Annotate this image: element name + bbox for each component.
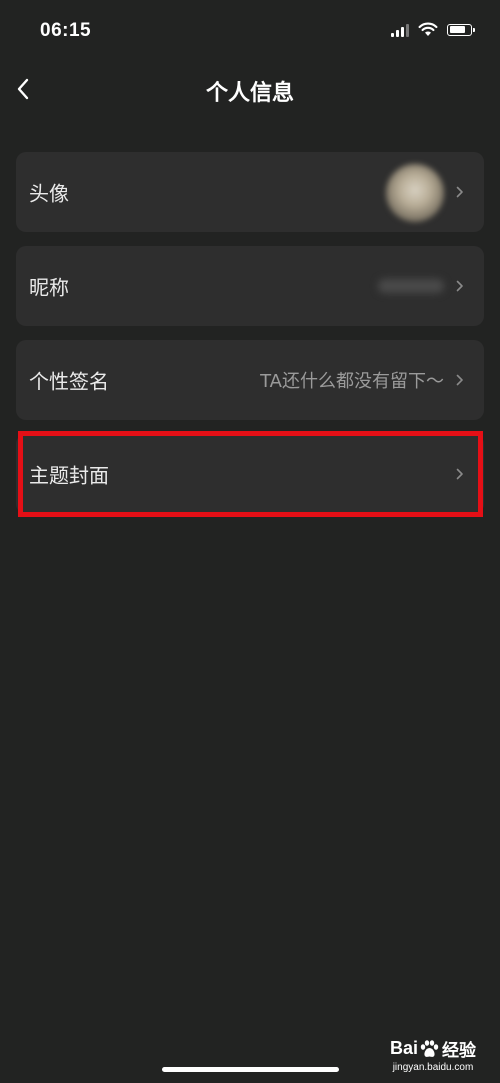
row-label-avatar: 头像 (29, 181, 69, 206)
chevron-right-icon (456, 374, 463, 386)
watermark-brand-part1: Bai (389, 1038, 418, 1058)
battery-icon (447, 23, 475, 36)
watermark-url: jingyan.baidu.com (392, 1062, 474, 1073)
chevron-right-icon (456, 280, 463, 292)
home-indicator (162, 1067, 339, 1072)
settings-list: 头像 昵称 个性签名 TA还什么都没有留下～ 主题封面 (16, 152, 484, 528)
status-time: 06:15 (40, 20, 92, 41)
paw-icon (420, 1039, 439, 1057)
signature-value: TA还什么都没有留下～ (260, 371, 444, 392)
wifi-icon (418, 22, 438, 36)
chevron-right-icon (456, 468, 463, 480)
settings-row-signature[interactable]: 个性签名 TA还什么都没有留下～ (16, 340, 484, 420)
settings-row-nickname[interactable]: 昵称 (16, 246, 484, 326)
row-label-nickname: 昵称 (29, 275, 69, 300)
watermark: Bai 经验 jingyan.baidu.com (390, 1036, 476, 1073)
status-bar: 06:15 (0, 0, 500, 64)
avatar (386, 164, 444, 222)
chevron-right-icon (456, 186, 463, 198)
status-icons (391, 22, 475, 37)
watermark-brand-part2: 经验 (442, 1041, 476, 1060)
page-title: 个人信息 (205, 81, 294, 106)
settings-row-avatar[interactable]: 头像 (16, 152, 484, 232)
settings-row-theme-cover[interactable]: 主题封面 (16, 434, 484, 514)
row-label-theme-cover: 主题封面 (29, 463, 109, 488)
watermark-logo: Bai 经验 (390, 1036, 476, 1061)
nickname-value-blurred (378, 279, 444, 293)
cellular-signal-icon (391, 23, 409, 37)
row-label-signature: 个性签名 (29, 369, 109, 394)
navigation-bar: 个人信息 (0, 64, 500, 114)
